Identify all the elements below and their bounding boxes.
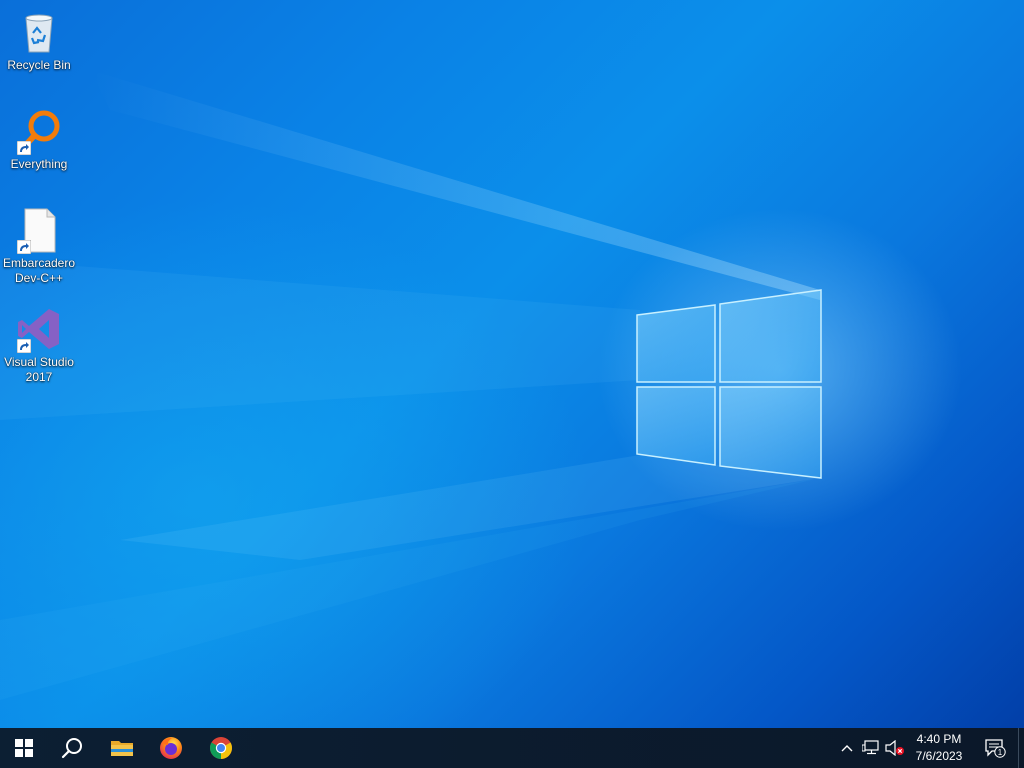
wallpaper-windows-logo	[636, 289, 822, 479]
search-button[interactable]	[48, 728, 96, 768]
desktop-icon-label: Everything	[10, 157, 68, 171]
visual-studio-icon	[15, 305, 63, 353]
taskbar-firefox[interactable]	[147, 728, 195, 768]
desktop-icon-label: Visual Studio 2017	[4, 355, 74, 384]
network-icon	[862, 740, 879, 755]
recycle-bin-icon	[15, 8, 63, 56]
wallpaper-light-beams	[0, 70, 820, 700]
action-center-button[interactable]: 1	[980, 728, 1010, 768]
file-icon	[15, 206, 63, 254]
taskbar: 4:40 PM 7/6/2023 1	[0, 728, 1024, 768]
tray-overflow-button[interactable]	[836, 728, 858, 768]
tray-network-button[interactable]	[860, 728, 882, 768]
desktop-icon-recycle-bin[interactable]: Recycle Bin	[0, 4, 78, 73]
desktop-icon-visual-studio[interactable]: Visual Studio 2017	[0, 301, 78, 385]
volume-muted-icon	[885, 740, 904, 756]
desktop-icon-label: Recycle Bin	[7, 58, 71, 72]
chevron-up-icon	[841, 745, 853, 752]
desktop-icon-everything[interactable]: Everything	[0, 103, 78, 172]
shortcut-arrow-icon	[17, 339, 31, 353]
everything-search-icon	[15, 107, 63, 155]
firefox-icon	[160, 737, 182, 759]
show-desktop-button[interactable]	[1018, 728, 1024, 768]
taskbar-file-explorer[interactable]	[98, 728, 146, 768]
shortcut-arrow-icon	[17, 240, 31, 254]
shortcut-arrow-icon	[17, 141, 31, 155]
tray-volume-button[interactable]	[884, 728, 906, 768]
start-button[interactable]	[0, 728, 48, 768]
chrome-icon	[210, 737, 232, 759]
desktop[interactable]: Recycle Bin Everything Embarcadero Dev-C…	[0, 0, 1024, 728]
folder-icon	[111, 741, 133, 756]
taskbar-chrome[interactable]	[197, 728, 245, 768]
desktop-icon-devcpp[interactable]: Embarcadero Dev-C++	[0, 202, 78, 286]
clock[interactable]: 4:40 PM 7/6/2023	[904, 728, 974, 768]
windows-logo-icon	[15, 739, 33, 757]
desktop-icon-label: Embarcadero Dev-C++	[2, 256, 76, 285]
clock-time: 4:40 PM	[916, 732, 962, 746]
notification-icon: 1	[985, 739, 1006, 758]
search-icon	[61, 738, 82, 759]
notification-count: 1	[998, 748, 1003, 757]
clock-date: 7/6/2023	[915, 749, 963, 763]
